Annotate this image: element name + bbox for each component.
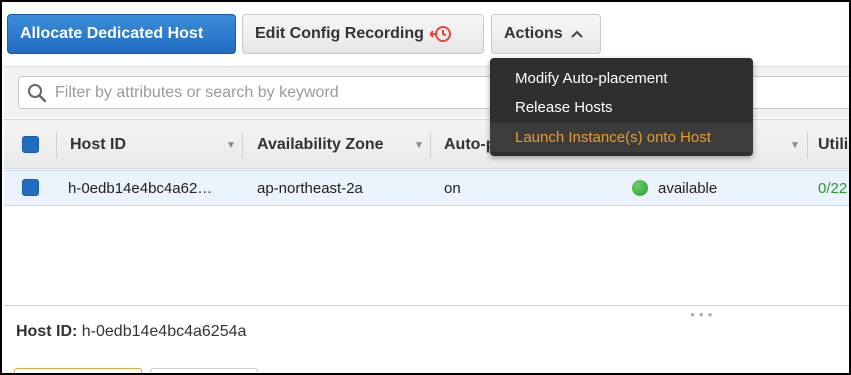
column-header-label: Utiliz	[818, 136, 849, 153]
menu-item-label: Launch Instance(s) onto Host	[515, 129, 711, 146]
app-frame: Allocate Dedicated Host Edit Config Reco…	[0, 0, 851, 375]
status-available-icon	[632, 180, 648, 196]
cell-utilization: 0/22	[818, 179, 848, 197]
row-checkbox[interactable]	[22, 179, 39, 196]
panel-splitter[interactable]	[4, 305, 849, 306]
column-divider	[430, 132, 431, 158]
search-icon	[27, 83, 47, 108]
detail-value: h-0edb14e4bc4a6254a	[81, 323, 247, 340]
menu-item-label: Modify Auto-placement	[515, 70, 668, 87]
allocate-dedicated-host-button[interactable]: Allocate Dedicated Host	[7, 14, 236, 54]
column-divider	[807, 132, 808, 158]
column-header-label: Host ID	[70, 136, 126, 153]
menu-item-release-hosts[interactable]: Release Hosts	[490, 93, 753, 122]
menu-item-launch-instances-onto-host[interactable]: Launch Instance(s) onto Host	[490, 123, 753, 152]
config-recording-clock-icon	[429, 25, 452, 43]
chevron-up-icon	[570, 27, 583, 41]
column-divider	[242, 132, 243, 158]
actions-button[interactable]: Actions	[491, 14, 601, 54]
sort-caret-icon[interactable]: ▼	[790, 140, 800, 151]
detail-tab[interactable]	[150, 368, 258, 373]
column-header-auto-placement[interactable]: Auto-p	[444, 120, 496, 170]
state-label: available	[658, 179, 718, 197]
column-header-label: Availability Zone	[257, 136, 384, 153]
detail-tab-active[interactable]	[14, 368, 142, 373]
cell-host-id: h-0edb14e4bc4a62…	[68, 179, 213, 197]
detail-label: Host ID:	[16, 323, 78, 340]
column-header-utilization[interactable]: Utiliz	[818, 120, 849, 170]
sort-caret-icon[interactable]: ▼	[226, 140, 236, 151]
toolbar: Allocate Dedicated Host Edit Config Reco…	[4, 4, 849, 66]
resize-grip-icon[interactable]: ●●●	[690, 310, 717, 319]
detail-title: Host ID: h-0edb14e4bc4a6254a	[16, 323, 246, 341]
sort-caret-icon[interactable]: ▼	[414, 140, 424, 151]
cell-availability-zone: ap-northeast-2a	[257, 179, 363, 197]
column-header-host-id[interactable]: Host ID	[70, 120, 126, 170]
select-all-checkbox[interactable]	[22, 136, 39, 153]
column-divider	[56, 132, 57, 158]
table-row[interactable]: h-0edb14e4bc4a62… ap-northeast-2a on ava…	[4, 170, 849, 206]
actions-button-label: Actions	[504, 25, 563, 42]
edit-config-recording-button[interactable]: Edit Config Recording	[242, 14, 484, 54]
actions-dropdown-menu: Modify Auto-placement Release Hosts Laun…	[490, 58, 753, 156]
menu-item-label: Release Hosts	[515, 99, 613, 116]
allocate-button-label: Allocate Dedicated Host	[20, 25, 204, 42]
menu-item-modify-auto-placement[interactable]: Modify Auto-placement	[490, 64, 753, 93]
cell-state: available	[632, 171, 717, 205]
column-header-availability-zone[interactable]: Availability Zone	[257, 120, 384, 170]
column-header-label: Auto-p	[444, 136, 496, 153]
cell-auto-placement: on	[444, 179, 461, 197]
edit-config-button-label: Edit Config Recording	[255, 25, 424, 42]
